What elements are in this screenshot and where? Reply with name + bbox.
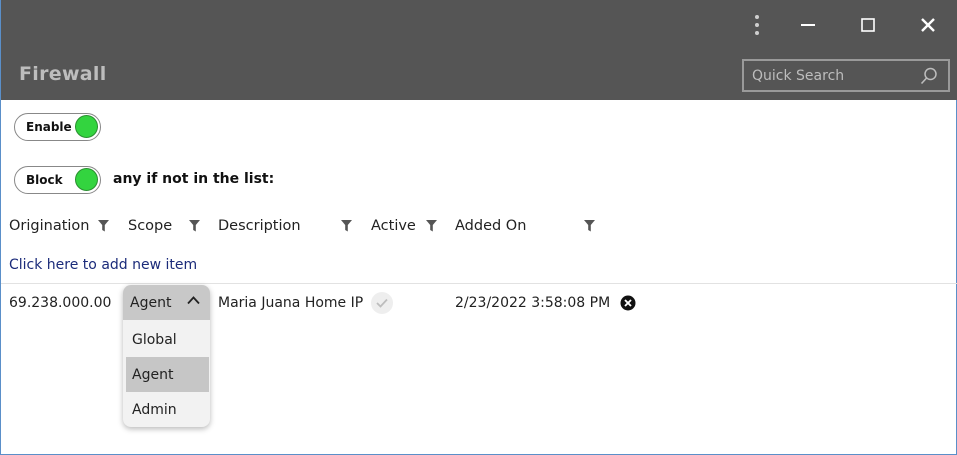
column-header-description[interactable]: Description bbox=[218, 218, 301, 234]
quick-search[interactable] bbox=[742, 59, 950, 92]
title-bar: Firewall bbox=[1, 0, 957, 100]
column-header-active[interactable]: Active bbox=[371, 218, 416, 234]
row-divider bbox=[1, 283, 957, 284]
filter-icon[interactable] bbox=[426, 220, 437, 232]
enable-toggle-label: Enable bbox=[26, 120, 72, 134]
firewall-window: Firewall Enable Block any if not in the … bbox=[0, 0, 957, 455]
add-new-item-link[interactable]: Click here to add new item bbox=[9, 257, 197, 273]
block-toggle[interactable]: Block bbox=[14, 166, 101, 194]
search-input[interactable] bbox=[752, 67, 912, 84]
filter-icon[interactable] bbox=[584, 220, 595, 232]
filter-icon[interactable] bbox=[98, 220, 109, 232]
scope-dropdown[interactable]: Agent Global Agent Admin bbox=[123, 285, 210, 427]
cell-added-on: 2/23/2022 3:58:08 PM bbox=[455, 295, 611, 311]
filter-icon[interactable] bbox=[341, 220, 352, 232]
cell-origination: 69.238.000.00 bbox=[9, 295, 112, 311]
cell-description: Maria Juana Home IP bbox=[218, 295, 364, 311]
active-checkbox[interactable] bbox=[371, 292, 393, 314]
chevron-up-icon bbox=[187, 296, 200, 305]
scope-dropdown-selected[interactable]: Agent bbox=[123, 285, 210, 320]
scope-option-agent[interactable]: Agent bbox=[126, 357, 209, 392]
scope-option-global[interactable]: Global bbox=[126, 322, 209, 357]
enable-toggle[interactable]: Enable bbox=[14, 113, 101, 141]
column-header-scope[interactable]: Scope bbox=[128, 218, 172, 234]
column-header-origination[interactable]: Origination bbox=[9, 218, 90, 234]
block-suffix-text: any if not in the list: bbox=[113, 171, 275, 187]
enable-toggle-knob bbox=[75, 115, 98, 138]
checkmark-icon bbox=[376, 298, 388, 308]
maximize-icon bbox=[861, 18, 875, 32]
minimize-button[interactable] bbox=[788, 8, 828, 42]
kebab-menu-button[interactable] bbox=[737, 8, 777, 42]
search-icon bbox=[920, 67, 937, 85]
maximize-button[interactable] bbox=[848, 8, 888, 42]
block-toggle-knob bbox=[75, 168, 98, 191]
close-icon bbox=[921, 18, 935, 32]
scope-selected-value: Agent bbox=[130, 294, 172, 311]
block-toggle-label: Block bbox=[26, 173, 63, 187]
scope-option-admin[interactable]: Admin bbox=[126, 392, 209, 427]
column-header-added-on[interactable]: Added On bbox=[455, 218, 526, 234]
kebab-icon bbox=[755, 13, 759, 37]
filter-icon[interactable] bbox=[189, 220, 200, 232]
close-button[interactable] bbox=[908, 8, 948, 42]
minimize-icon bbox=[801, 24, 815, 26]
app-title: Firewall bbox=[19, 63, 107, 85]
delete-row-icon[interactable] bbox=[620, 295, 636, 311]
